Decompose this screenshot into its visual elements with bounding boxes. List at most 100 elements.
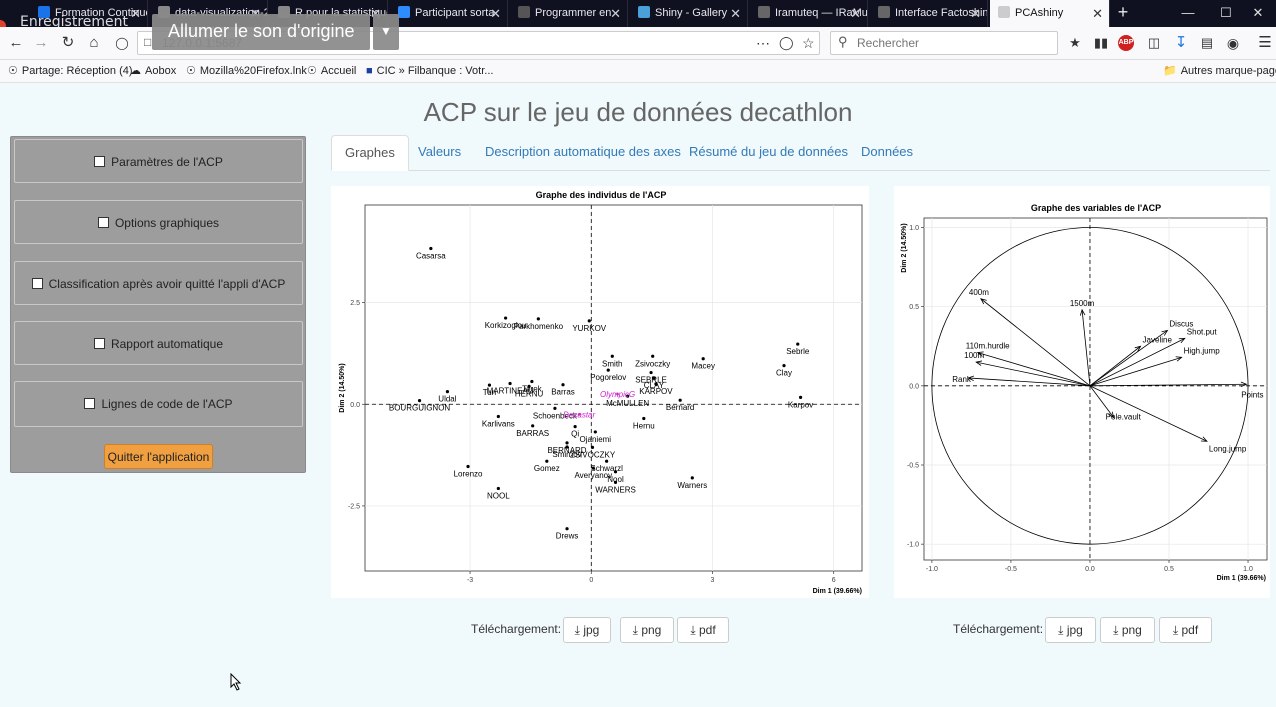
- checkbox[interactable]: [84, 398, 96, 409]
- x-tick-label: -0.5: [1005, 566, 1017, 573]
- y-tick-label: -1.0: [907, 542, 919, 549]
- sound-overlay-button[interactable]: Allumer le son d'origine: [152, 14, 370, 50]
- download-row-individuals: Téléchargement: ⤓ jpg ⤓ png ⤓ pdf: [471, 617, 731, 644]
- bookmark-item[interactable]: ☉ Partage: Réception (4): [8, 60, 133, 82]
- reader-icon[interactable]: ▤: [1196, 32, 1218, 54]
- new-tab-button[interactable]: +: [1113, 0, 1133, 27]
- close-tab-icon[interactable]: ✕: [490, 0, 501, 27]
- minimize-icon[interactable]: —: [1168, 0, 1208, 27]
- mouse-cursor-icon: [230, 673, 242, 691]
- data-point: [565, 445, 569, 449]
- download-icon: ⤓: [1058, 623, 1064, 637]
- data-point: [553, 406, 557, 410]
- tab-donnees[interactable]: Données: [848, 135, 926, 170]
- checkbox[interactable]: [94, 156, 106, 167]
- point-label: HERNU: [515, 389, 544, 398]
- sidebar-item-classification[interactable]: Classification après avoir quitté l'appl…: [14, 261, 303, 305]
- download-jpg-button[interactable]: ⤓ jpg: [563, 617, 611, 643]
- x-axis-label: Dim 1 (39.66%): [813, 588, 862, 595]
- browser-tab[interactable]: Programmer en ✕: [510, 0, 628, 27]
- account-icon[interactable]: ◉: [1222, 32, 1244, 54]
- tab-favicon-icon: [398, 6, 410, 18]
- bookmark-item[interactable]: ☉ Mozilla%20Firefox.lnk: [186, 60, 307, 82]
- sidebar-toggle-icon[interactable]: ◫: [1143, 32, 1165, 54]
- sidebar-item-rapport[interactable]: Rapport automatique: [14, 321, 303, 365]
- page-actions-icon[interactable]: ⋯: [756, 32, 770, 54]
- search-input[interactable]: [855, 35, 1049, 51]
- menu-icon[interactable]: ☰: [1254, 32, 1276, 54]
- variables-plot: Graphe des variables de l'ACP -1.0 -1.0 -0.…: [901, 203, 1268, 582]
- shield-icon[interactable]: ◯: [111, 32, 133, 54]
- point-label: Zsivoczky: [635, 359, 670, 368]
- close-tab-icon[interactable]: ✕: [970, 0, 981, 27]
- checkbox[interactable]: [93, 338, 105, 349]
- search-bar[interactable]: ⚲: [830, 31, 1058, 55]
- data-point: [590, 445, 595, 449]
- individuals-plot: Graphe des individus de l'ACP -3 0 3 6 -2.5 0.…: [339, 190, 863, 595]
- browser-tab[interactable]: PCAshiny ✕: [990, 0, 1110, 27]
- data-point: [504, 316, 508, 320]
- variable-label: Rank: [952, 375, 972, 384]
- data-point: [606, 368, 610, 372]
- page-info-icon[interactable]: □: [144, 35, 151, 49]
- variable-label: 100m: [964, 351, 984, 360]
- browser-tab[interactable]: Shiny - Gallery ✕: [630, 0, 748, 27]
- browser-tab[interactable]: Iramuteq — IRaMuT ✕: [750, 0, 868, 27]
- close-tab-icon[interactable]: ✕: [1092, 0, 1103, 27]
- bookmark-item[interactable]: ☉ Accueil: [307, 60, 356, 82]
- download-jpg-button[interactable]: ⤓ jpg: [1045, 617, 1096, 643]
- browser-tab[interactable]: Participant sorta ✕: [390, 0, 508, 27]
- data-point: [531, 424, 535, 428]
- tab-favicon-icon: [998, 6, 1010, 18]
- point-label: Drews: [556, 532, 579, 541]
- x-tick-label: -3: [467, 577, 473, 584]
- pocket-icon[interactable]: ◯: [779, 32, 794, 54]
- point-label: NOOL: [487, 491, 510, 500]
- sidebar-item-parametres[interactable]: Paramètres de l'ACP: [14, 139, 303, 183]
- close-tab-icon[interactable]: ✕: [610, 0, 621, 27]
- home-icon[interactable]: ⌂: [83, 32, 105, 54]
- library-icon[interactable]: ▮▮: [1090, 32, 1112, 54]
- reload-icon[interactable]: ↻: [57, 32, 79, 54]
- close-window-icon[interactable]: ✕: [1238, 0, 1276, 27]
- back-icon[interactable]: ←: [5, 32, 27, 54]
- tab-favicon-icon: [758, 6, 770, 18]
- adblock-icon[interactable]: ABP: [1118, 35, 1134, 51]
- bookmark-item[interactable]: ☁ Aobox: [130, 60, 176, 82]
- downloads-icon[interactable]: ↧: [1170, 32, 1192, 54]
- sidebar-item-lignes-code[interactable]: Lignes de code de l'ACP: [14, 381, 303, 427]
- download-png-button[interactable]: ⤓ png: [1100, 617, 1155, 643]
- bank-icon: ■: [366, 65, 373, 77]
- bookmark-star-icon[interactable]: ☆: [802, 32, 815, 54]
- checkbox[interactable]: [97, 217, 109, 228]
- quit-button[interactable]: Quitter l'application: [104, 444, 213, 469]
- close-tab-icon[interactable]: ✕: [130, 0, 141, 27]
- individuals-plot-panel: Graphe des individus de l'ACP -3 0 3 6 -2.5 0.…: [331, 186, 869, 598]
- checkbox[interactable]: [31, 278, 43, 289]
- tab-resume[interactable]: Résumé du jeu de données: [676, 135, 861, 170]
- download-pdf-button[interactable]: ⤓ pdf: [1159, 617, 1212, 643]
- x-tick-label: 0: [589, 577, 593, 584]
- download-png-button[interactable]: ⤓ png: [620, 617, 674, 643]
- bookmark-folder[interactable]: 📁 Autres marque-pages: [1163, 60, 1276, 82]
- browser-tab[interactable]: Interface Factoshiny ✕: [870, 0, 988, 27]
- point-label: Sebrle: [786, 347, 810, 356]
- data-point: [587, 319, 591, 323]
- variable-label: Pole.vault: [1106, 413, 1142, 422]
- data-point: [561, 383, 565, 387]
- data-point: [565, 527, 569, 531]
- close-tab-icon[interactable]: ✕: [730, 0, 741, 27]
- x-tick-label: 0.5: [1164, 566, 1174, 573]
- sound-dropdown-icon[interactable]: ▼: [373, 14, 399, 50]
- data-point: [613, 480, 618, 484]
- download-pdf-button[interactable]: ⤓ pdf: [677, 617, 729, 643]
- tab-description[interactable]: Description automatique des axes: [472, 135, 694, 170]
- close-tab-icon[interactable]: ✕: [850, 0, 861, 27]
- bookmark-item[interactable]: ■ CIC » Filbanque : Votr...: [366, 60, 493, 82]
- sidebar-item-options-graphiques[interactable]: Options graphiques: [14, 200, 303, 244]
- forward-icon[interactable]: →: [30, 32, 52, 54]
- tab-graphes[interactable]: Graphes: [331, 135, 409, 171]
- tab-valeurs[interactable]: Valeurs: [405, 135, 474, 170]
- download-arrow-icon[interactable]: ★: [1064, 32, 1086, 54]
- data-point: [545, 459, 549, 463]
